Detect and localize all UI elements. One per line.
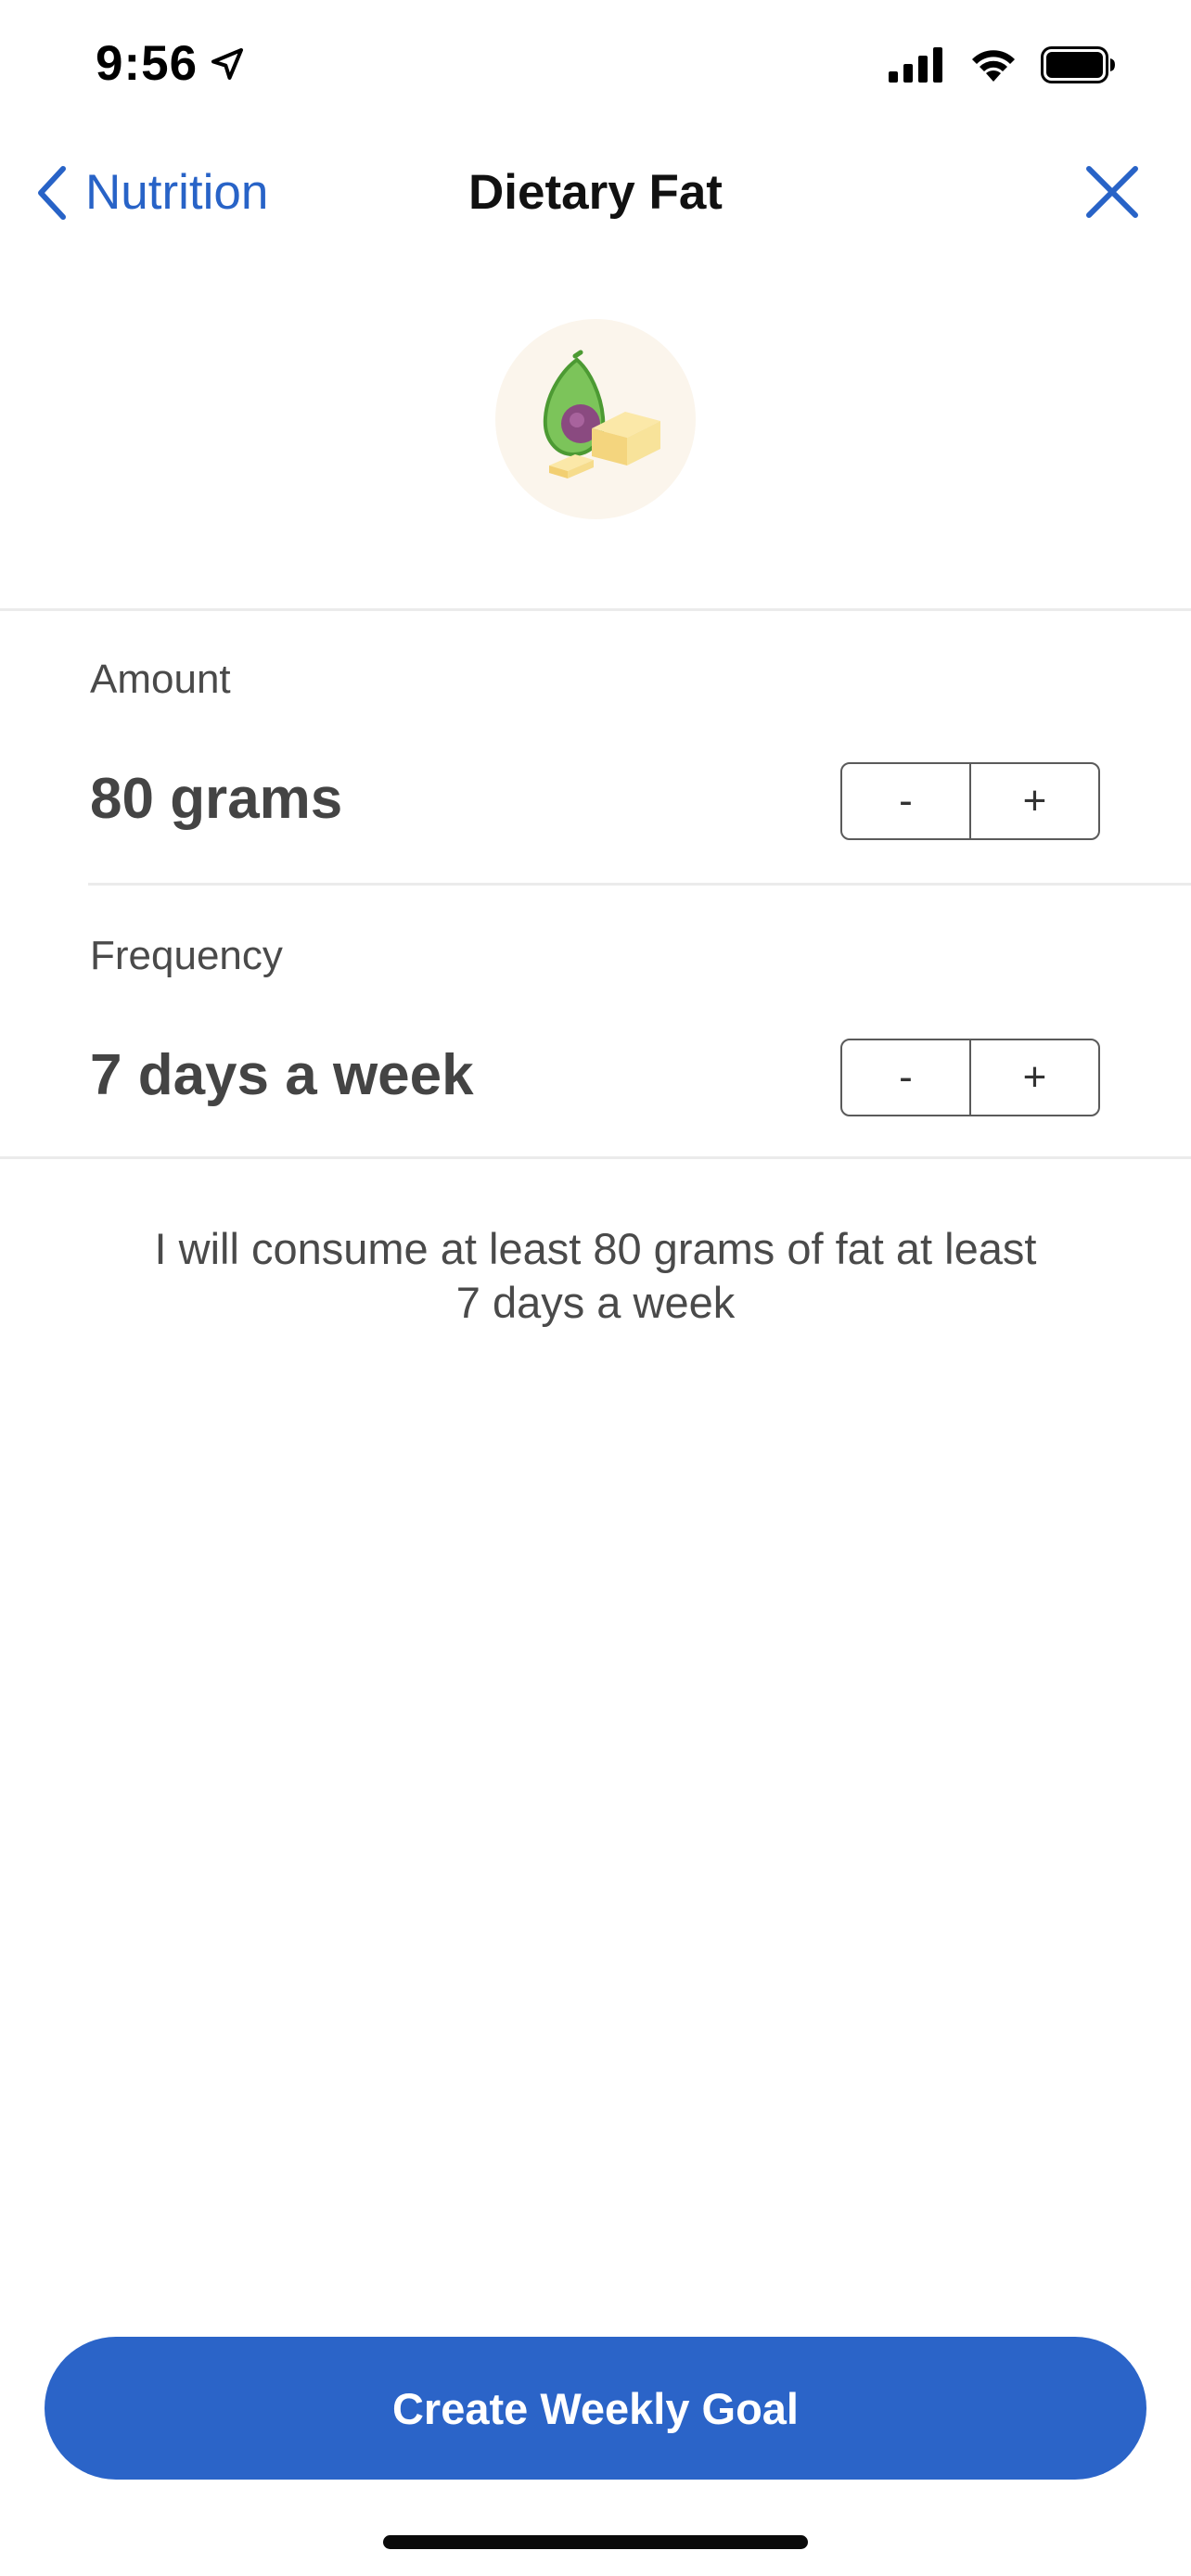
dietary-fat-illustration: [495, 319, 696, 519]
location-arrow-icon: [211, 47, 244, 80]
goal-summary-line-2: 7 days a week: [455, 1278, 736, 1327]
battery-icon: [1041, 46, 1115, 83]
amount-increment-button[interactable]: +: [969, 764, 1098, 838]
divider-middle: [88, 883, 1191, 886]
status-time: 9:56: [96, 35, 246, 92]
status-bar: 9:56: [0, 0, 1191, 139]
chevron-left-icon: [38, 165, 66, 220]
divider-bottom: [0, 1156, 1191, 1159]
create-weekly-goal-label: Create Weekly Goal: [391, 2383, 799, 2433]
goal-summary-line-1: I will consume at least 80 grams of fat …: [154, 1224, 1037, 1273]
goal-summary: I will consume at least 80 grams of fat …: [93, 1222, 1098, 1330]
amount-label: Amount: [90, 657, 231, 702]
create-weekly-goal-button[interactable]: Create Weekly Goal: [45, 2337, 1146, 2480]
divider-top: [0, 608, 1191, 611]
frequency-value: 7 days a week: [90, 1043, 474, 1107]
avocado-butter-icon: [543, 350, 660, 478]
frequency-decrement-button[interactable]: -: [842, 1040, 969, 1115]
wifi-icon: [972, 50, 1015, 82]
status-time-text: 9:56: [96, 36, 198, 91]
amount-stepper: - +: [840, 762, 1100, 840]
status-icons: [889, 46, 1117, 83]
frequency-increment-button[interactable]: +: [969, 1040, 1098, 1115]
cellular-signal-icon: [889, 47, 942, 83]
back-button-label: Nutrition: [85, 165, 269, 220]
close-button[interactable]: [1080, 159, 1145, 224]
amount-value: 80 grams: [90, 767, 343, 831]
home-indicator: [383, 2535, 808, 2549]
frequency-label: Frequency: [90, 933, 283, 978]
back-button[interactable]: Nutrition: [33, 158, 268, 227]
close-icon: [1086, 166, 1138, 218]
frequency-stepper: - +: [840, 1039, 1100, 1116]
amount-decrement-button[interactable]: -: [842, 764, 969, 838]
nav-bar: Nutrition Dietary Fat: [0, 139, 1191, 246]
